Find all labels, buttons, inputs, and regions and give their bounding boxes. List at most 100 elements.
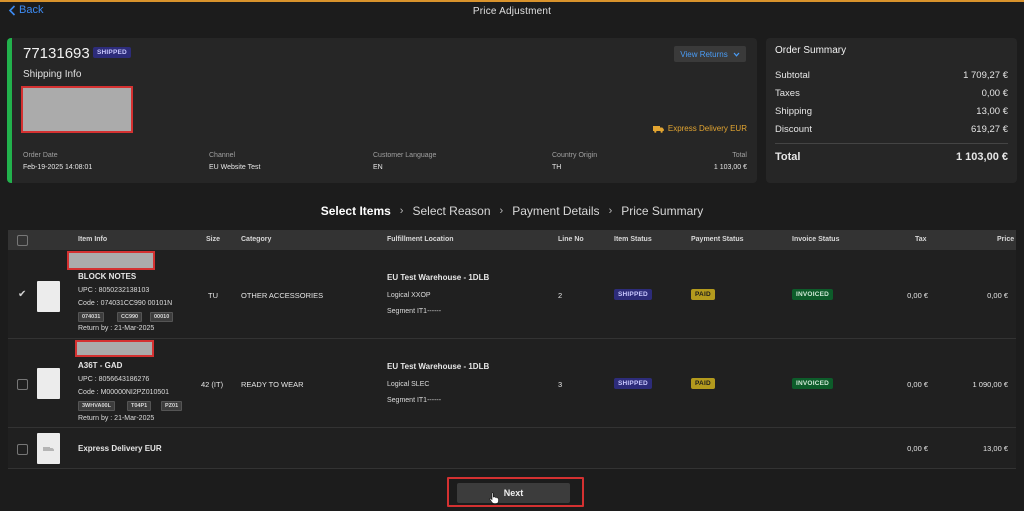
table-row-shipping[interactable]: Express Delivery EUR 0,00 € 13,00 € (8, 428, 1016, 469)
summary-row-shipping: Shipping 13,00 € (775, 106, 1008, 117)
payment-status-badge: PAID (691, 378, 715, 389)
table-header: Item Info Size Category Fulfillment Loca… (8, 230, 1016, 250)
meta-label: Total (732, 152, 747, 159)
summary-row-total: Total 1 103,00 € (775, 151, 1008, 163)
item-status-badge: SHIPPED (614, 378, 652, 389)
view-returns-dropdown[interactable]: View Returns (674, 46, 746, 62)
summary-total-value: 1 103,00 € (956, 151, 1008, 163)
truck-icon (652, 125, 664, 133)
invoice-status-badge: INVOICED (792, 378, 834, 389)
status-accent-bar (7, 38, 12, 183)
col-price: Price (997, 236, 1015, 243)
redacted-shipping-address (21, 86, 133, 133)
item-chip: PZ01 (161, 401, 183, 411)
meta-value: EN (373, 164, 383, 171)
item-category: OTHER ACCESSORIES (241, 291, 324, 300)
summary-value: 0,00 € (981, 88, 1008, 99)
shipping-info-label: Shipping Info (23, 69, 82, 80)
chevron-right-icon: › (608, 205, 613, 217)
summary-value: 13,00 € (976, 106, 1008, 117)
item-category: READY TO WEAR (241, 380, 304, 389)
page-title: Price Adjustment (472, 6, 552, 17)
summary-row-subtotal: Subtotal 1 709,27 € (775, 70, 1008, 81)
meta-label: Customer Language (373, 152, 437, 159)
item-size: TU (208, 291, 218, 300)
item-chip: T04P1 (127, 401, 152, 411)
item-price: 1 090,00 € (972, 380, 1008, 389)
order-id: 77131693 (23, 45, 90, 62)
chevron-right-icon: › (499, 205, 504, 217)
redacted-item-label (67, 251, 155, 270)
summary-label: Subtotal (775, 70, 810, 81)
item-chip: 3WHVA00L (78, 401, 115, 411)
next-button-highlight: Next (447, 477, 584, 507)
item-warehouse: EU Test Warehouse - 1DLB (387, 273, 490, 282)
item-name: A36T - GAD (78, 361, 123, 370)
meta-label: Channel (209, 152, 236, 159)
meta-order-date: Order Date Feb-19-2025 14:08:01 (23, 152, 92, 171)
summary-row-taxes: Taxes 0,00 € (775, 88, 1008, 99)
meta-value: TH (552, 164, 562, 171)
shipping-tax: 0,00 € (907, 444, 928, 453)
invoice-status-badge: INVOICED (792, 289, 834, 300)
next-button[interactable]: Next (457, 483, 570, 503)
meta-label: Order Date (23, 152, 58, 159)
table-row[interactable]: ✔ BLOCK NOTES UPC : 8050232138103 Code :… (8, 250, 1016, 339)
summary-label: Discount (775, 124, 812, 135)
meta-value: Feb-19-2025 14:08:01 (23, 164, 93, 171)
product-thumbnail (37, 281, 60, 312)
top-bar: Back Price Adjustment (0, 2, 1024, 24)
col-category: Category (241, 236, 272, 243)
view-returns-label: View Returns (680, 49, 728, 59)
row-checkbox[interactable] (17, 444, 28, 455)
select-all-checkbox[interactable] (17, 235, 28, 246)
row-checkbox-checked[interactable]: ✔ (18, 289, 26, 300)
step-select-reason[interactable]: Select Reason (412, 204, 490, 218)
summary-total-label: Total (775, 151, 801, 163)
item-segment: Segment IT1------ (387, 397, 442, 404)
step-select-items[interactable]: Select Items (321, 204, 391, 218)
order-card: 77131693 SHIPPED Shipping Info View Retu… (7, 38, 757, 183)
meta-value: EU Website Test (209, 164, 261, 171)
step-price-summary[interactable]: Price Summary (621, 204, 703, 218)
item-status-badge: SHIPPED (614, 289, 652, 300)
row-checkbox[interactable] (17, 379, 28, 390)
payment-status-badge: PAID (691, 289, 715, 300)
meta-channel: Channel EU Website Test (209, 152, 261, 171)
table-row[interactable]: A36T - GAD UPC : 8056643186276 Code : M0… (8, 339, 1016, 428)
shipping-price: 13,00 € (982, 444, 1008, 453)
item-upc: UPC : 8056643186276 (78, 376, 150, 383)
item-return-by: Return by : 21-Mar-2025 (78, 415, 155, 422)
item-price: 0,00 € (987, 291, 1008, 300)
truck-icon (43, 447, 54, 451)
meta-country-origin: Country Origin TH (552, 152, 597, 171)
summary-value: 1 709,27 € (963, 70, 1008, 81)
item-upc: UPC : 8050232138103 (78, 287, 150, 294)
col-item-status: Item Status (614, 236, 652, 243)
shipping-name: Express Delivery EUR (78, 444, 162, 453)
product-thumbnail (37, 368, 60, 399)
item-code: Code : 074031CC990 00101N (78, 300, 173, 307)
order-status-badge: SHIPPED (93, 47, 131, 58)
summary-value: 619,27 € (971, 124, 1008, 135)
step-navigation: Select Items › Select Reason › Payment D… (0, 204, 1024, 218)
col-line-no: Line No (558, 236, 584, 243)
item-tax: 0,00 € (907, 291, 928, 300)
item-chip: 074031 (78, 312, 105, 322)
summary-label: Taxes (775, 88, 800, 99)
meta-value: 1 103,00 € (713, 164, 747, 171)
col-size: Size (206, 236, 221, 243)
item-name: BLOCK NOTES (78, 272, 137, 281)
item-segment: Segment IT1------ (387, 308, 442, 315)
chevron-right-icon: › (399, 205, 404, 217)
item-chip: CC990 (117, 312, 143, 322)
order-summary-title: Order Summary (775, 45, 847, 56)
hand-cursor-icon (489, 492, 499, 504)
meta-label: Country Origin (552, 152, 598, 159)
item-logical: Logical SLEC (387, 381, 430, 388)
step-payment-details[interactable]: Payment Details (512, 204, 599, 218)
col-invoice-status: Invoice Status (792, 236, 840, 243)
summary-label: Shipping (775, 106, 812, 117)
col-fulfillment-location: Fulfillment Location (387, 236, 454, 243)
item-warehouse: EU Test Warehouse - 1DLB (387, 362, 490, 371)
